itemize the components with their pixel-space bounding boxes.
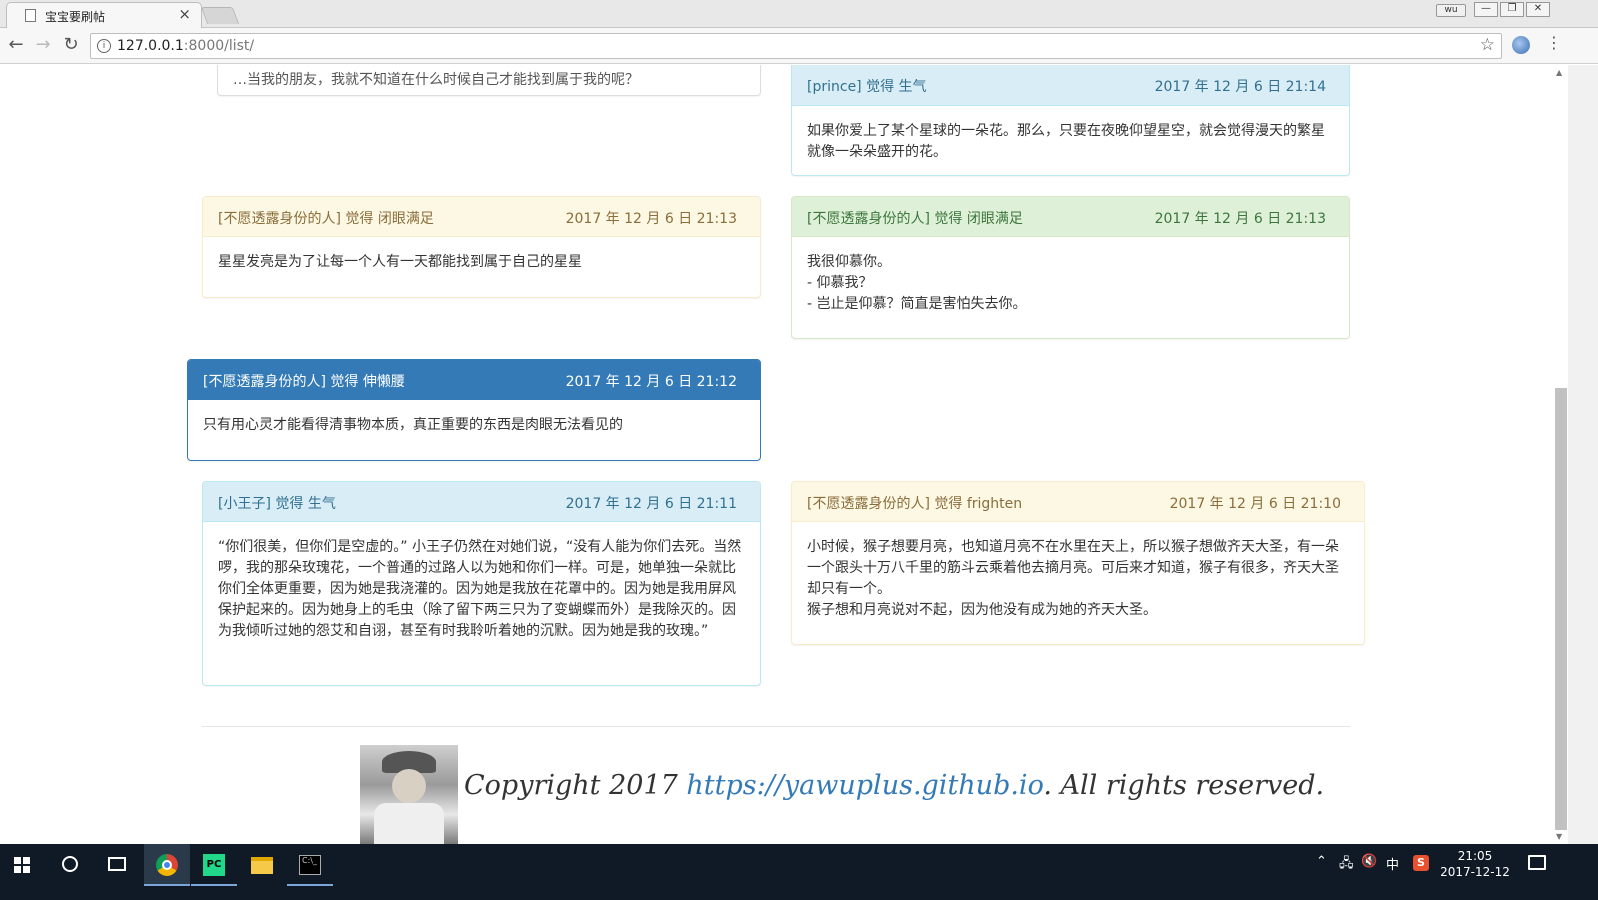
close-window-button[interactable]: ✕ [1526, 2, 1550, 17]
post-panel: [prince] 觉得 生气 2017 年 12 月 6 日 21:14 如果你… [791, 65, 1350, 176]
system-clock[interactable]: 21:05 2017-12-12 [1440, 848, 1510, 880]
post-heading: [不愿透露身份的人] 觉得 伸懒腰 2017 年 12 月 6 日 21:12 [188, 360, 760, 400]
post-body: 只有用心灵才能看得清事物本质，真正重要的东西是肉眼无法看见的 [203, 417, 623, 433]
avatar-coat [374, 803, 444, 844]
forward-arrow-icon[interactable]: → [31, 34, 55, 55]
scroll-down-arrow-icon[interactable]: ▼ [1556, 832, 1562, 841]
post-author-mood: [不愿透露身份的人] 觉得 闭眼满足 [218, 211, 434, 227]
post-line: - 岂止是仰慕？简直是害怕失去你。 [807, 296, 1027, 312]
post-heading: [不愿透露身份的人] 觉得 frighten 2017 年 12 月 6 日 2… [792, 482, 1364, 522]
post-body: 我很仰慕你。 - 仰慕我？ - 岂止是仰慕？简直是害怕失去你。 [792, 237, 1349, 330]
post-panel: [不愿透露身份的人] 觉得 frighten 2017 年 12 月 6 日 2… [791, 481, 1365, 645]
page-favicon-icon [25, 9, 36, 22]
post-timestamp: 2017 年 12 月 6 日 21:13 [1154, 211, 1326, 227]
post-author-mood: [prince] 觉得 生气 [807, 79, 927, 95]
post-body: 小时候，猴子想要月亮，也知道月亮不在水里在天上，所以猴子想做齐天大圣，有一朵一个… [792, 522, 1364, 636]
search-circle-icon[interactable] [62, 856, 78, 872]
post-timestamp: 2017 年 12 月 6 日 21:12 [565, 374, 737, 390]
tray-chevron-up-icon[interactable]: ⌃ [1316, 854, 1327, 869]
post-body: “你们很美，但你们是空虚的。” 小王子仍然在对她们说，“没有人能为你们去死。当然… [218, 539, 742, 639]
scroll-up-arrow-icon[interactable]: ▲ [1556, 68, 1562, 77]
ime-indicator[interactable]: 中 [1386, 854, 1399, 873]
post-heading: [不愿透露身份的人] 觉得 闭眼满足 2017 年 12 月 6 日 21:13 [792, 197, 1349, 237]
reload-icon[interactable]: ↻ [59, 34, 83, 55]
scrollbar-thumb[interactable] [1555, 388, 1567, 830]
folder-icon [251, 857, 273, 874]
page-scrollbar[interactable] [1568, 65, 1598, 844]
taskbar-terminal[interactable]: C:\_ [287, 844, 333, 886]
post-author-mood: [不愿透露身份的人] 觉得 frighten [807, 496, 1023, 512]
clock-date: 2017-12-12 [1440, 865, 1510, 879]
post-timestamp: 2017 年 12 月 6 日 21:13 [565, 211, 737, 227]
browser-menu-icon[interactable]: ⋮ [1546, 33, 1562, 52]
avatar-face [392, 769, 426, 803]
taskbar-chrome[interactable] [144, 844, 190, 886]
address-bar[interactable]: i 127.0.0.1:8000/list/ ☆ [90, 33, 1502, 59]
url-host: 127.0.0.1 [117, 38, 184, 54]
page-viewport: …当我的朋友，我就不知道在什么时候自己才能找到属于我的呢？ [prince] 觉… [0, 65, 1568, 844]
post-timestamp: 2017 年 12 月 6 日 21:14 [1154, 79, 1326, 95]
post-line: - 仰慕我？ [807, 275, 873, 291]
copyright-prefix: Copyright 2017 [464, 770, 687, 801]
post-panel: [不愿透露身份的人] 觉得 闭眼满足 2017 年 12 月 6 日 21:13… [202, 196, 761, 298]
network-icon[interactable]: 🖧 [1339, 854, 1354, 876]
post-timestamp: 2017 年 12 月 6 日 21:10 [1169, 496, 1341, 512]
taskbar-explorer[interactable] [239, 844, 285, 886]
post-heading: [不愿透露身份的人] 觉得 闭眼满足 2017 年 12 月 6 日 21:13 [203, 197, 760, 237]
windows-taskbar: PC C:\_ ⌃ 🖧 🔇 中 S 21:05 2017-12-12 [0, 844, 1598, 900]
browser-tab-active[interactable]: 宝宝要刷帖 × [6, 2, 202, 28]
post-panel-highlighted: [不愿透露身份的人] 觉得 伸懒腰 2017 年 12 月 6 日 21:12 … [187, 359, 761, 461]
copyright-suffix: . All rights reserved. [1043, 770, 1325, 801]
sogou-ime-icon[interactable]: S [1413, 855, 1429, 871]
back-arrow-icon[interactable]: ← [4, 34, 28, 55]
post-body: …当我的朋友，我就不知道在什么时候自己才能找到属于我的呢？ [233, 72, 639, 88]
new-tab-button[interactable] [200, 7, 240, 24]
url-text: 127.0.0.1:8000/list/ [117, 38, 254, 54]
post-line: 猴子想和月亮说对不起，因为他没有成为她的齐天大圣。 [807, 602, 1157, 618]
post-line: 我很仰慕你。 [807, 254, 891, 270]
notification-center-icon[interactable] [1528, 855, 1546, 870]
taskbar-pycharm[interactable]: PC [191, 844, 237, 886]
extension-globe-icon[interactable] [1512, 36, 1530, 54]
post-author-mood: [小王子] 觉得 生气 [218, 496, 336, 512]
post-timestamp: 2017 年 12 月 6 日 21:11 [565, 496, 737, 512]
post-heading: [小王子] 觉得 生气 2017 年 12 月 6 日 21:11 [203, 482, 760, 522]
restore-button[interactable]: ❐ [1500, 2, 1524, 17]
chrome-icon [156, 854, 178, 876]
windows-logo-icon [14, 857, 30, 873]
start-button[interactable] [0, 844, 46, 886]
post-author-mood: [不愿透露身份的人] 觉得 闭眼满足 [807, 211, 1023, 227]
site-info-icon[interactable]: i [97, 39, 111, 53]
pycharm-icon: PC [203, 854, 225, 876]
post-body: 如果你爱上了某个星球的一朵花。那么，只要在夜晚仰望星空，就会觉得漫天的繁星就像一… [807, 123, 1325, 160]
browser-toolbar: ← → ↻ i 127.0.0.1:8000/list/ ☆ ⋮ [0, 28, 1598, 64]
minimize-button[interactable]: — [1474, 2, 1498, 17]
footer-copyright: Copyright 2017 https://yawuplus.github.i… [464, 770, 1324, 801]
footer-divider [202, 726, 1350, 727]
post-body: 星星发亮是为了让每一个人有一天都能找到属于自己的星星 [218, 254, 582, 270]
volume-muted-icon[interactable]: 🔇 [1361, 854, 1377, 869]
tab-close-icon[interactable]: × [178, 5, 191, 23]
post-panel: [不愿透露身份的人] 觉得 闭眼满足 2017 年 12 月 6 日 21:13… [791, 196, 1350, 339]
post-heading: [prince] 觉得 生气 2017 年 12 月 6 日 21:14 [792, 65, 1349, 106]
footer-link[interactable]: https://yawuplus.github.io [686, 770, 1043, 801]
post-panel-partial: …当我的朋友，我就不知道在什么时候自己才能找到属于我的呢？ [217, 65, 761, 96]
clock-time: 21:05 [1457, 849, 1493, 863]
tab-title: 宝宝要刷帖 [45, 10, 106, 24]
footer-avatar-photo [360, 745, 458, 844]
post-line: 小时候，猴子想要月亮，也知道月亮不在水里在天上，所以猴子想做齐天大圣，有一朵一个… [807, 539, 1339, 597]
post-panel: [小王子] 觉得 生气 2017 年 12 月 6 日 21:11 “你们很美，… [202, 481, 761, 686]
bookmark-star-icon[interactable]: ☆ [1480, 35, 1495, 55]
profile-badge[interactable]: wu [1436, 4, 1466, 17]
terminal-icon: C:\_ [299, 855, 321, 875]
post-author-mood: [不愿透露身份的人] 觉得 伸懒腰 [203, 374, 405, 390]
task-view-icon[interactable] [108, 857, 126, 871]
browser-tabbar: 宝宝要刷帖 × wu — ❐ ✕ [0, 0, 1598, 28]
url-path: :8000/list/ [183, 38, 255, 54]
